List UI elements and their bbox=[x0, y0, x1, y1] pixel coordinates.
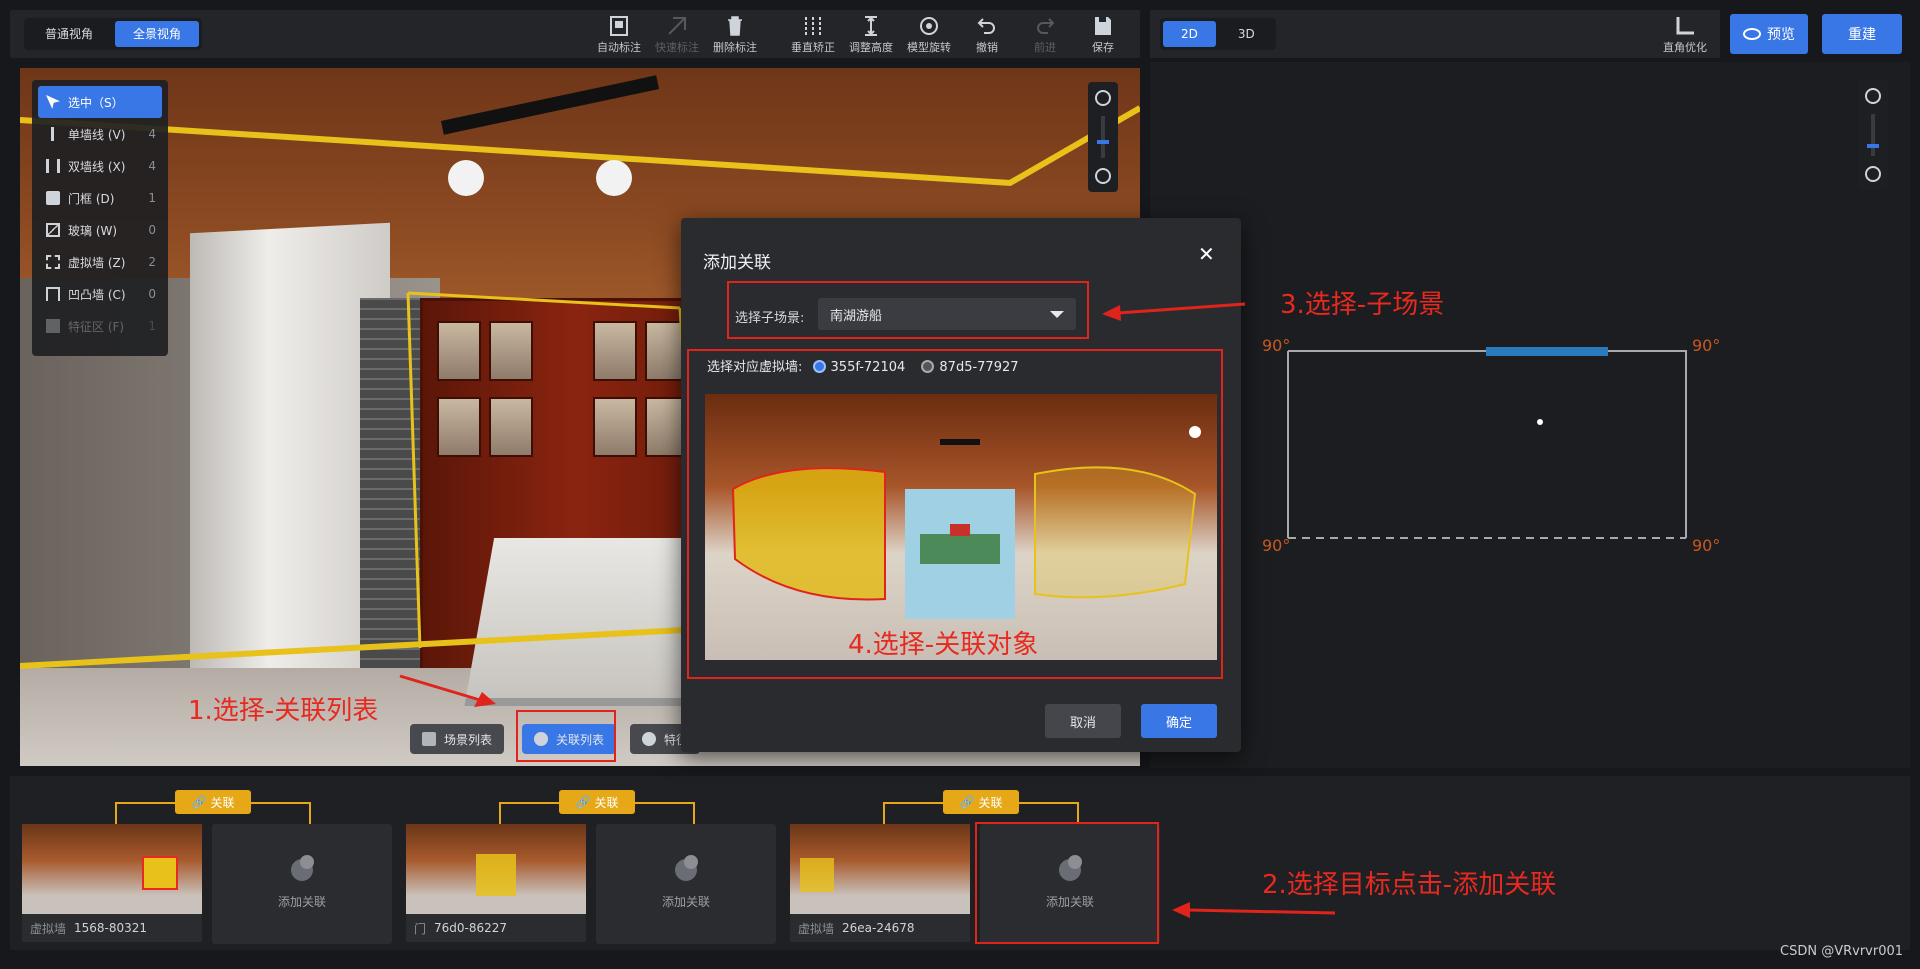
step3-label: 3.选择-子场景 bbox=[1280, 290, 1445, 320]
link-source-card[interactable]: 虚拟墙 1568-80321 bbox=[22, 824, 202, 942]
redo-icon bbox=[1037, 18, 1055, 34]
palette-item-bump-wall[interactable]: 凹凸墙 (C) 0 bbox=[38, 278, 162, 310]
step1-label: 1.选择-关联列表 bbox=[188, 696, 379, 726]
link-tag[interactable]: 🔗 关联 bbox=[559, 790, 635, 814]
view-mode-panorama[interactable]: 全景视角 bbox=[115, 21, 200, 47]
bump-wall-icon bbox=[46, 287, 60, 301]
corner-angle-bl: 90° bbox=[1262, 536, 1291, 555]
palette-item-glass[interactable]: 玻璃 (W) 0 bbox=[38, 214, 162, 246]
dialog-title: 添加关联 bbox=[703, 253, 771, 273]
delete-annotation-button[interactable]: 删除标注 bbox=[706, 12, 764, 58]
highlight-sub-scene bbox=[727, 281, 1089, 339]
highlight-link-list bbox=[516, 710, 616, 762]
tool-group: 自动标注 快速标注 删除标注 垂直矫正 调整高度 模型旋转 撤销 前进 保存 bbox=[590, 12, 1132, 58]
cursor-icon bbox=[46, 95, 60, 109]
link-source-thumbnail bbox=[790, 824, 970, 914]
scene-list-button[interactable]: 场景列表 bbox=[410, 724, 505, 754]
link-icon: 🔗 bbox=[191, 795, 207, 809]
mode-3d[interactable]: 3D bbox=[1220, 21, 1273, 47]
palette-item-select[interactable]: 选中（S） bbox=[38, 86, 162, 118]
zoom-out-icon[interactable] bbox=[1095, 168, 1111, 184]
model-rotate-button[interactable]: 模型旋转 bbox=[900, 12, 958, 58]
eye-icon bbox=[1743, 28, 1761, 40]
link-source-caption: 门 76d0-86227 bbox=[406, 914, 586, 942]
view-mode-switch: 普通视角 全景视角 bbox=[24, 18, 203, 50]
palette-item-door[interactable]: 门框 (D) 1 bbox=[38, 182, 162, 214]
height-icon bbox=[865, 16, 877, 36]
link-source-thumbnail bbox=[22, 824, 202, 914]
dimension-switch: 2D 3D bbox=[1160, 18, 1276, 50]
virtual-wall-icon bbox=[46, 255, 60, 269]
adjust-height-button[interactable]: 调整高度 bbox=[842, 12, 900, 58]
quick-annotate-button[interactable]: 快速标注 bbox=[648, 12, 706, 58]
palette-item-feature-area[interactable]: 特征区 (F) 1 bbox=[38, 310, 162, 342]
redo-button[interactable]: 前进 bbox=[1016, 12, 1074, 58]
corner-angle-br: 90° bbox=[1692, 536, 1721, 555]
grid-icon bbox=[422, 732, 436, 746]
zoom-in-icon[interactable] bbox=[1095, 90, 1111, 106]
confirm-button[interactable]: 确定 bbox=[1141, 704, 1217, 738]
viewport-zoom-control bbox=[1088, 82, 1118, 192]
rebuild-button[interactable]: 重建 bbox=[1822, 14, 1902, 54]
vertical-correct-button[interactable]: 垂直矫正 bbox=[784, 12, 842, 58]
floorplan-drawing bbox=[1287, 347, 1687, 539]
floorplan-canvas[interactable]: 90° 90° 90° 90° bbox=[1150, 62, 1910, 768]
mode-2d[interactable]: 2D bbox=[1163, 21, 1216, 47]
right-angle-icon bbox=[1676, 17, 1694, 35]
feature-icon bbox=[642, 732, 656, 746]
cancel-button[interactable]: 取消 bbox=[1045, 704, 1121, 738]
corner-angle-tl: 90° bbox=[1262, 336, 1291, 355]
vertical-correct-icon bbox=[805, 17, 821, 35]
link-tag[interactable]: 🔗 关联 bbox=[175, 790, 251, 814]
link-source-card[interactable]: 门 76d0-86227 bbox=[406, 824, 586, 942]
save-button[interactable]: 保存 bbox=[1074, 12, 1132, 58]
preview-button[interactable]: 预览 bbox=[1730, 14, 1808, 54]
trash-icon bbox=[728, 16, 742, 36]
undo-icon bbox=[977, 18, 995, 34]
add-link-icon bbox=[675, 854, 698, 881]
zoom-slider-thumb[interactable] bbox=[1097, 140, 1109, 144]
link-icon: 🔗 bbox=[575, 795, 591, 809]
glass-icon bbox=[46, 223, 60, 237]
double-wall-icon bbox=[46, 159, 60, 173]
link-source-caption: 虚拟墙 1568-80321 bbox=[22, 914, 202, 942]
tool-palette: 选中（S） 单墙线 (V) 4 双墙线 (X) 4 门框 (D) 1 玻璃 (W) 0 … bbox=[32, 80, 168, 356]
save-icon bbox=[1095, 17, 1111, 35]
step2-label: 2.选择目标点击-添加关联 bbox=[1262, 870, 1557, 900]
quick-annotate-icon bbox=[668, 17, 686, 35]
link-source-card[interactable]: 虚拟墙 26ea-24678 bbox=[790, 824, 970, 942]
rotate-icon bbox=[920, 17, 938, 35]
right-toolbar: 2D 3D 直角优化 bbox=[1150, 10, 1720, 58]
palette-item-single-wall[interactable]: 单墙线 (V) 4 bbox=[38, 118, 162, 150]
add-link-card[interactable]: 添加关联 bbox=[212, 824, 392, 944]
feature-area-icon bbox=[46, 319, 60, 333]
corner-optimize-button[interactable]: 直角优化 bbox=[1656, 12, 1714, 58]
palette-item-virtual-wall[interactable]: 虚拟墙 (Z) 2 bbox=[38, 246, 162, 278]
left-toolbar: 普通视角 全景视角 自动标注 快速标注 删除标注 垂直矫正 调整高度 模型旋转 bbox=[10, 10, 1140, 58]
close-icon[interactable]: ✕ bbox=[1198, 242, 1215, 266]
single-wall-icon bbox=[51, 127, 60, 141]
auto-annotate-button[interactable]: 自动标注 bbox=[590, 12, 648, 58]
undo-button[interactable]: 撤销 bbox=[958, 12, 1016, 58]
link-source-caption: 虚拟墙 26ea-24678 bbox=[790, 914, 970, 942]
palette-item-double-wall[interactable]: 双墙线 (X) 4 bbox=[38, 150, 162, 182]
add-link-icon bbox=[291, 854, 314, 881]
highlight-add-link bbox=[975, 822, 1159, 944]
view-mode-normal[interactable]: 普通视角 bbox=[27, 21, 111, 47]
link-icon: 🔗 bbox=[959, 795, 975, 809]
link-strip: 🔗 关联 虚拟墙 1568-80321 添加关联 🔗 关联 门 76d0-86227 添… bbox=[10, 776, 1910, 950]
link-source-thumbnail bbox=[406, 824, 586, 914]
add-link-card[interactable]: 添加关联 bbox=[596, 824, 776, 944]
door-icon bbox=[46, 191, 60, 205]
step4-label: 4.选择-关联对象 bbox=[848, 630, 1039, 660]
watermark: CSDN @VRvrvr001 bbox=[1780, 944, 1904, 959]
corner-angle-tr: 90° bbox=[1692, 336, 1721, 355]
auto-annotate-icon bbox=[610, 16, 628, 36]
zoom-track[interactable] bbox=[1101, 116, 1105, 158]
link-tag[interactable]: 🔗 关联 bbox=[943, 790, 1019, 814]
